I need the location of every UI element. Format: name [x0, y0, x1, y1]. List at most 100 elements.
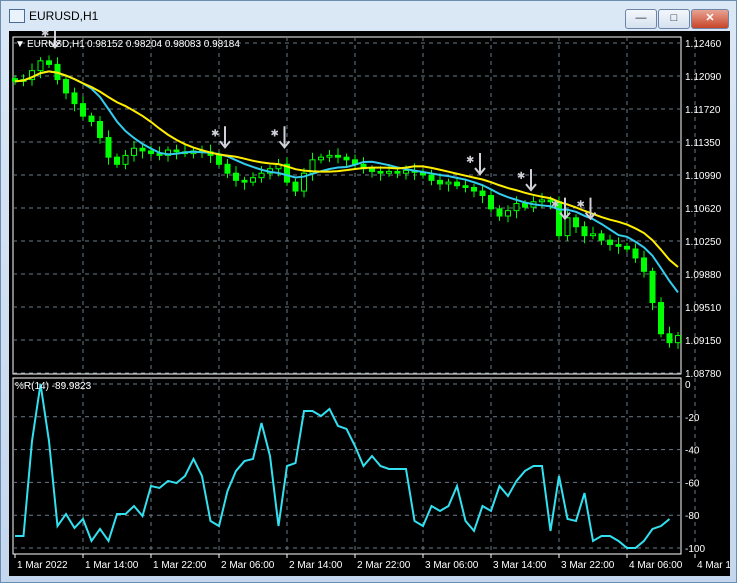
bear-candle [428, 174, 435, 181]
bear-candle [139, 147, 146, 152]
sell-arrow-icon [474, 153, 486, 176]
bear-candle [173, 149, 180, 153]
bull-candle [37, 60, 44, 72]
bear-candle [632, 248, 639, 259]
price-axis-label: 1.12460 [685, 39, 722, 50]
bear-candle [488, 195, 494, 210]
bear-candle [496, 208, 503, 217]
time-axis-label: 2 Mar 22:00 [357, 560, 411, 571]
bear-candle [649, 270, 656, 304]
bull-candle [386, 170, 392, 174]
bear-candle [233, 172, 239, 181]
bull-candle [250, 177, 256, 183]
bear-candle [97, 120, 103, 139]
bear-candle [224, 163, 231, 174]
bear-candle [471, 186, 477, 192]
window-title: EURUSD,H1 [29, 9, 99, 23]
indicator-axis-label: 0 [685, 380, 691, 391]
time-axis-label: 3 Mar 14:00 [493, 560, 547, 571]
time-axis-label: 2 Mar 06:00 [221, 560, 275, 571]
time-axis-label: 3 Mar 22:00 [561, 560, 615, 571]
price-axis-label: 1.09150 [685, 336, 722, 347]
bear-candle [80, 103, 86, 117]
chart-canvas[interactable]: ✱✱ ✱✱✱✱ ✱ ▼ EURUSD,H1 0.98152 0.98204 0.98… [9, 26, 737, 576]
sell-arrow-icon [584, 197, 597, 221]
indicator-axis-label: -20 [685, 413, 700, 424]
sell-arrow-icon [278, 126, 291, 149]
indicator-axis-label: -60 [685, 478, 700, 489]
price-axis-label: 1.09510 [685, 303, 722, 314]
bear-candle [658, 302, 664, 335]
bear-candle [105, 137, 112, 158]
symbol-label: EURUSD,H1 [27, 39, 85, 50]
price-axis-label: 1.12090 [685, 72, 722, 83]
star-signal-icon: ✱ [577, 200, 585, 211]
bull-candle [513, 203, 520, 212]
bear-candle [666, 333, 673, 344]
indicator-axis-label: -40 [685, 446, 700, 457]
bear-candle [292, 181, 299, 192]
bear-candle [598, 233, 605, 241]
star-signal-icon: ✱ [271, 128, 279, 139]
star-signal-icon: ✱ [211, 128, 219, 139]
sell-arrow-icon [219, 126, 231, 149]
bear-candle [462, 185, 469, 188]
bull-candle [564, 217, 571, 237]
bear-candle [454, 181, 460, 187]
bear-candle [63, 79, 69, 94]
williams-r-line [15, 383, 671, 549]
bear-candle [71, 92, 78, 105]
bull-candle [445, 181, 452, 185]
bull-candle [675, 335, 681, 344]
bear-candle [377, 170, 384, 174]
bear-candle [615, 244, 622, 247]
maximize-button[interactable]: □ [658, 9, 690, 29]
time-axis-label: 2 Mar 14:00 [289, 560, 343, 571]
price-chart[interactable]: ✱ ✱ ✱ ✱ ✱ ✱ ✱ ▼ EURUSD,H1 0.98152 0.98204 0.98… [9, 26, 737, 576]
bull-candle [131, 147, 137, 156]
price-axis-label: 1.09880 [685, 270, 722, 281]
slow-moving-average-line [14, 70, 679, 268]
time-axis-label: 4 Mar 06:00 [629, 560, 683, 571]
bull-candle [539, 199, 545, 203]
bear-candle [216, 154, 222, 165]
bull-candle [403, 170, 409, 174]
time-axis-label: 3 Mar 06:00 [425, 560, 479, 571]
indicator-axis-label: -100 [685, 544, 705, 555]
bear-candle [581, 226, 588, 237]
bull-candle [122, 154, 129, 165]
bull-candle [318, 156, 324, 161]
title-bar[interactable]: EURUSD,H1 — □ ✕ [1, 1, 736, 31]
chart-window: EURUSD,H1 — □ ✕ ✱ ✱ ✱ ✱ ✱ ✱ ✱ ▼ EURUSD,H1 0.98… [0, 0, 737, 583]
bear-candle [148, 150, 154, 155]
close-button[interactable]: ✕ [691, 9, 729, 29]
star-signal-icon: ✱ [466, 155, 474, 166]
bear-candle [641, 257, 647, 272]
fast-moving-average-line [14, 70, 679, 293]
price-axis-label: 1.11350 [685, 138, 721, 149]
bear-candle [607, 239, 613, 246]
bear-candle [522, 203, 528, 208]
time-axis-label: 1 Mar 14:00 [85, 560, 139, 571]
time-axis-label: 1 Mar 2022 [17, 560, 68, 571]
collapse-triangle-icon[interactable]: ▼ [15, 39, 25, 50]
bear-candle [343, 156, 350, 161]
sell-arrow-icon [525, 169, 537, 192]
bear-candle [369, 168, 375, 172]
price-axis-label: 1.08780 [685, 369, 722, 380]
indicator-axis-label: -80 [685, 511, 700, 522]
minimize-button[interactable]: — [625, 9, 657, 29]
time-axis-label: 1 Mar 22:00 [153, 560, 207, 571]
price-axis-label: 1.10990 [685, 171, 722, 182]
price-axis-label: 1.10250 [685, 237, 722, 248]
bear-candle [573, 217, 579, 228]
price-axis-label: 1.11720 [685, 105, 721, 116]
ohlc-readout: 0.98152 0.98204 0.98083 0.98184 [87, 39, 240, 50]
bear-candle [394, 170, 401, 174]
bear-candle [437, 179, 443, 185]
chart-window-icon [9, 9, 25, 23]
bear-candle [114, 156, 120, 165]
bull-candle [505, 210, 511, 217]
price-axis-label: 1.10620 [685, 204, 722, 215]
indicator-label: %R(14) -89.9823 [15, 381, 92, 392]
